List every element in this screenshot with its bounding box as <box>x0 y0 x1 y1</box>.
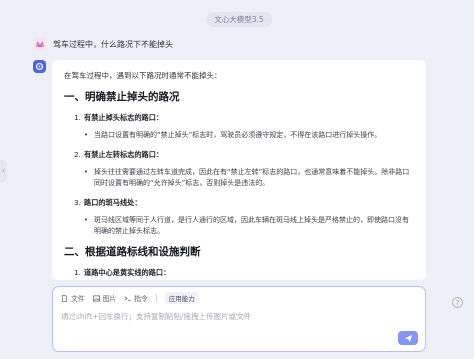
section-heading: 一、明确禁止掉头的路况 <box>64 91 180 103</box>
bot-logo-icon <box>33 60 46 73</box>
list-item: 3. 路口的斑马线处： <box>74 197 414 208</box>
answer-intro: 在驾车过程中，遇到以下路况时通常不能掉头： <box>64 71 222 80</box>
user-message: 驾车过程中，什么路况下不能掉头 <box>33 37 173 51</box>
list-item: 1. 有禁止掉头标志的路口： <box>74 112 414 123</box>
command-label: 指令 <box>134 295 148 303</box>
bullet-dot: • <box>84 216 89 224</box>
bullet-text: 掉头往往需要通过左转车道完成，因此在有“禁止左转”标志的路口，也通常意味着不能掉… <box>94 168 410 187</box>
send-button[interactable] <box>398 331 418 345</box>
item-title: 路口的斑马线处： <box>84 198 142 207</box>
image-icon <box>92 295 100 301</box>
bullet-dot: • <box>84 168 89 176</box>
chat-input-box[interactable]: 文件 图片 指令 应用能力 通过shift+回车换行；支持复制粘贴/拖拽上传图片… <box>52 286 426 352</box>
bullet-item: • 当路口设置有明确的“禁止掉头”标志时，驾驶员必须遵守规定，不得在该路口进行掉… <box>84 130 414 141</box>
bullet-item: • 斑马线区域等同于人行道，是行人通行的区域，因此车辆在斑马线上掉头是严格禁止的… <box>84 215 414 237</box>
command-button[interactable]: 指令 <box>124 293 148 303</box>
sidebar-collapse-toggle[interactable]: ‹ <box>0 160 7 182</box>
item-title: 有禁止左转标志的路口： <box>84 150 164 159</box>
help-icon[interactable]: ? <box>452 297 463 308</box>
chat-input[interactable]: 通过shift+回车换行；支持复制粘贴/拖拽上传图片或文件 <box>61 311 251 322</box>
file-icon <box>61 294 68 302</box>
command-icon <box>124 295 131 301</box>
file-button[interactable]: 文件 <box>61 293 85 303</box>
list-item: 2. 有禁止左转标志的路口： <box>74 149 414 160</box>
send-icon <box>404 334 412 342</box>
toolbar-divider <box>155 294 157 302</box>
bullet-text: 斑马线区域等同于人行道，是行人通行的区域，因此车辆在斑马线上掉头是严格禁止的，即… <box>94 216 409 235</box>
user-avatar-icon <box>33 37 47 51</box>
bullet-text: 当路口设置有明确的“禁止掉头”标志时，驾驶员必须遵守规定，不得在该路口进行掉头操… <box>94 131 382 139</box>
bullet-dot: • <box>84 131 89 139</box>
input-toolbar: 文件 图片 指令 应用能力 <box>61 292 199 304</box>
item-number: 3. <box>74 198 81 207</box>
item-number: 2. <box>74 150 81 159</box>
item-number: 1. <box>74 113 81 122</box>
item-number: 1. <box>74 268 81 277</box>
collapse-arrow-icon: ‹ <box>2 167 5 175</box>
file-label: 文件 <box>71 295 85 303</box>
ability-button[interactable]: 应用能力 <box>164 292 199 304</box>
list-item: 1. 道路中心是黄实线的路口： <box>74 267 414 278</box>
user-message-text: 驾车过程中，什么路况下不能掉头 <box>53 39 173 49</box>
answer-card: 在驾车过程中，遇到以下路况时通常不能掉头： 一、明确禁止掉头的路况 1. 有禁止… <box>52 60 426 280</box>
item-title: 有禁止掉头标志的路口： <box>84 113 164 122</box>
image-button[interactable]: 图片 <box>92 293 117 303</box>
section-heading: 二、根据道路标线和设施判断 <box>64 246 201 258</box>
image-label: 图片 <box>102 295 117 303</box>
model-label[interactable]: 文心大模型3.5 <box>206 12 272 27</box>
item-title: 道路中心是黄实线的路口： <box>84 268 171 277</box>
bullet-item: • 掉头往往需要通过左转车道完成，因此在有“禁止左转”标志的路口，也通常意味着不… <box>84 167 414 189</box>
